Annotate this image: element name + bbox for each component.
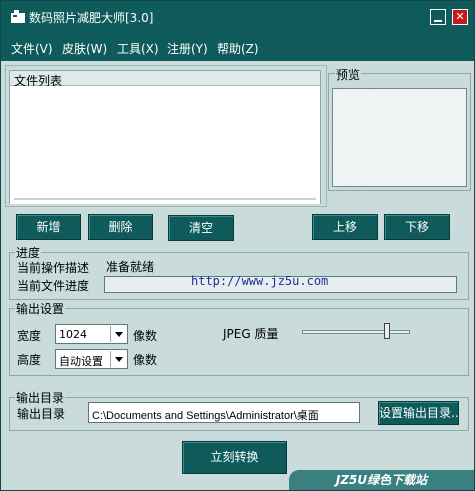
clear-button[interactable]: 清空 [168, 215, 234, 241]
delete-button[interactable]: 删除 [88, 214, 153, 240]
output-dir-title: 输出目录 [15, 389, 66, 406]
operation-status: 准备就绪 [106, 260, 155, 274]
window-title: 数码照片减肥大师[3.0] [29, 11, 154, 25]
preview-image [332, 88, 467, 187]
file-progress-label: 当前文件进度 [17, 279, 90, 293]
height-value: 自动设置 [59, 355, 103, 368]
set-output-dir-button[interactable]: 设置输出目录... [378, 401, 459, 425]
menu-bar: 文件(V) 皮肤(W) 工具(X) 注册(Y) 帮助(Z) [1, 33, 474, 61]
output-settings-title: 输出设置 [15, 300, 66, 317]
height-label: 高度 [17, 353, 42, 367]
chevron-down-icon[interactable] [110, 351, 126, 367]
main-window: 数码照片减肥大师[3.0] ✕ 文件(V) 皮肤(W) 工具(X) 注册(Y) … [0, 0, 475, 491]
width-unit: 像数 [133, 329, 158, 343]
convert-button[interactable]: 立刻转换 [182, 441, 287, 474]
width-label: 宽度 [17, 329, 42, 343]
minimize-button[interactable] [430, 9, 446, 25]
output-dir-input[interactable]: C:\Documents and Settings\Administrator\… [88, 402, 360, 423]
move-up-button[interactable]: 上移 [312, 214, 378, 240]
preview-title: 预览 [335, 66, 362, 83]
menu-tools[interactable]: 工具(X) [117, 40, 159, 57]
watermark-url: http://www.jz5u.com [191, 274, 329, 288]
file-list[interactable] [9, 86, 321, 204]
output-dir-path: C:\Documents and Settings\Administrator\… [92, 410, 319, 422]
menu-skin[interactable]: 皮肤(W) [62, 40, 107, 57]
width-value: 1024 [59, 328, 87, 341]
add-button[interactable]: 新增 [16, 214, 81, 240]
file-list-header[interactable]: 文件列表 [9, 70, 321, 88]
jpeg-quality-slider[interactable] [302, 330, 410, 334]
operation-label: 当前操作描述 [17, 261, 90, 275]
height-unit: 像数 [133, 353, 158, 367]
chevron-down-icon[interactable] [110, 326, 126, 342]
width-select[interactable]: 1024 [55, 324, 128, 344]
watermark-badge: JZ5U绿色下载站 www.jz5u.com [289, 470, 474, 490]
jpeg-quality-thumb[interactable] [384, 323, 390, 339]
move-down-button[interactable]: 下移 [384, 214, 450, 240]
title-bar: 数码照片减肥大师[3.0] ✕ [1, 1, 474, 33]
menu-file[interactable]: 文件(V) [11, 40, 53, 57]
menu-help[interactable]: 帮助(Z) [217, 40, 259, 57]
camera-icon [11, 10, 25, 23]
close-button[interactable]: ✕ [452, 9, 468, 25]
height-select[interactable]: 自动设置 [55, 349, 128, 369]
jpeg-quality-label: JPEG 质量 [223, 327, 279, 341]
output-dir-label: 输出目录 [17, 407, 66, 421]
menu-register[interactable]: 注册(Y) [167, 40, 208, 57]
